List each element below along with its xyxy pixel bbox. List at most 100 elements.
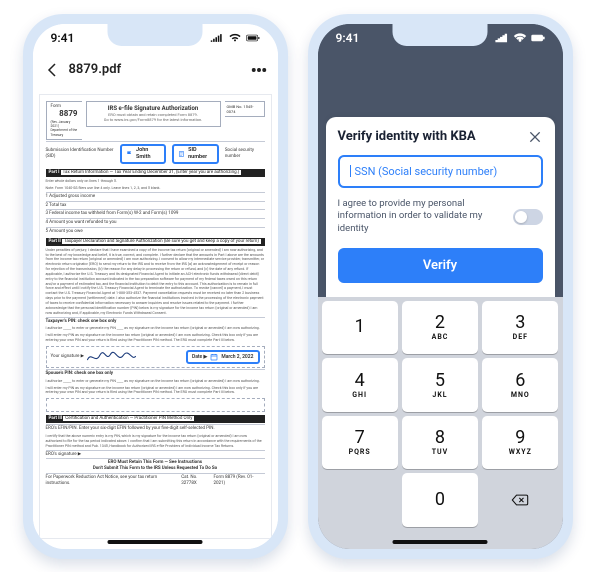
key-1[interactable]: 1 — [322, 301, 398, 354]
cert-text: I certify that the above numeric entry i… — [46, 434, 265, 449]
form-rev: (Rev. January 2021) — [51, 120, 78, 129]
part2-bar: Part II Taxpayer Declaration and Signatu… — [46, 238, 265, 246]
part2-title: Taxpayer Declaration and Signature Autho… — [62, 239, 261, 244]
line-1: 1 Adjusted gross income — [46, 192, 265, 200]
key-0[interactable]: 0 — [402, 473, 478, 526]
ero-pin-label: ERO's EFIN/PIN. Enter your six-digit EFI… — [46, 424, 265, 432]
part3-label: Part III — [49, 416, 63, 421]
key-7[interactable]: 7PQRS — [322, 416, 398, 469]
key-num: 0 — [435, 491, 445, 509]
more-icon[interactable] — [250, 61, 268, 79]
key-num: 1 — [355, 318, 365, 336]
consent-toggle[interactable] — [513, 209, 543, 225]
doc-icon — [178, 150, 185, 158]
signature-box[interactable]: Your signature ▶ Date ▶ March 2, 2022 — [46, 346, 265, 368]
name-field-value: John Smith — [136, 147, 160, 161]
ssn-label: Social security number — [225, 148, 265, 160]
form-title-box: IRS e-file Signature Authorization ERO m… — [86, 101, 221, 127]
name-field[interactable]: John Smith — [120, 144, 166, 164]
auth-option-b: I will enter my PIN as my signature on t… — [46, 333, 265, 343]
part3-title: Certification and Authentication — Pract… — [63, 416, 194, 421]
date-value: March 2, 2022 — [221, 354, 253, 361]
kba-modal: Verify identity with KBA SSN (Social sec… — [326, 117, 555, 297]
line-note2: Note: Form 1040-SS filers use line 4 onl… — [46, 186, 265, 191]
key-2[interactable]: 2ABC — [402, 301, 478, 354]
date-label: Date ▶ — [192, 354, 207, 361]
key-num: 9 — [515, 429, 525, 447]
signature-icon — [84, 349, 139, 365]
key-num: 6 — [515, 372, 525, 390]
phone-right: 9:41 Verify identity with KBA SSN (Socia… — [308, 14, 573, 559]
appbar: 8879.pdf — [33, 52, 278, 88]
tp-pin-label: Taxpayer's PIN: check one box only — [46, 317, 265, 325]
document-page: Form 8879 (Rev. January 2021) Department… — [39, 94, 272, 539]
battery-icon — [246, 33, 260, 43]
key-5[interactable]: 5JKL — [402, 358, 478, 411]
key-4[interactable]: 4GHI — [322, 358, 398, 411]
notch — [393, 24, 488, 46]
part1-label: Part I — [49, 170, 60, 175]
modal-header: Verify identity with KBA — [338, 129, 543, 145]
form-number: 8879 — [51, 109, 78, 119]
screen-left: 9:41 8879.pdf Form 8879 (Rev. January 20… — [33, 24, 278, 549]
key-num: 8 — [435, 429, 445, 447]
form-number-box: Form 8879 (Rev. January 2021) Department… — [46, 101, 82, 140]
part1-bar: Part I Tax Return Information — Tax Year… — [46, 169, 265, 177]
key-9[interactable]: 9WXYZ — [482, 416, 558, 469]
wifi-icon — [513, 33, 527, 43]
ssn-placeholder: SSN (Social security number) — [355, 165, 498, 178]
sp-auth-b: I will enter my PIN as my signature on t… — [46, 386, 265, 396]
key-num: 4 — [355, 372, 365, 390]
backspace-icon — [510, 493, 530, 507]
key-sub: GHI — [352, 391, 367, 399]
key-8[interactable]: 8TUV — [402, 416, 478, 469]
calendar-icon — [210, 353, 218, 361]
part1-hint: (Enter year you are authorizing.) — [176, 170, 240, 175]
home-indicator[interactable] — [108, 540, 203, 544]
footer3: For Paperwork Reduction Act Notice, see … — [46, 475, 182, 487]
wifi-icon — [228, 33, 242, 43]
key-num: 2 — [435, 314, 445, 332]
verify-button[interactable]: Verify — [338, 248, 543, 283]
sid-label: Submission Identification Number (SID) — [46, 148, 115, 160]
date-field[interactable]: Date ▶ March 2, 2022 — [186, 350, 260, 364]
footer-cat: Cat. No. 32778X — [181, 475, 213, 487]
back-icon[interactable] — [43, 61, 61, 79]
form-dept: Department of the Treasury — [51, 128, 78, 137]
spouse-signature-box[interactable] — [46, 398, 265, 412]
status-time: 9:41 — [51, 31, 75, 45]
key-num: 5 — [435, 372, 445, 390]
key-backspace[interactable] — [482, 473, 558, 526]
input-caret — [350, 165, 351, 177]
status-icons — [495, 33, 545, 43]
key-3[interactable]: 3DEF — [482, 301, 558, 354]
key-num: 3 — [515, 314, 525, 332]
key-sub: MNO — [511, 391, 530, 399]
auth-option-a: I authorize _____ to enter or generate m… — [46, 326, 265, 331]
battery-icon — [531, 33, 545, 43]
consent-row: I agree to provide my personal informati… — [338, 198, 543, 236]
close-icon[interactable] — [527, 129, 543, 145]
signal-icon — [495, 33, 509, 43]
notch — [108, 24, 203, 46]
key-blank — [322, 473, 398, 526]
key-sub: JKL — [432, 391, 447, 399]
flag-icon — [126, 150, 133, 158]
ssn-input[interactable]: SSN (Social security number) — [338, 155, 543, 188]
line-3: 3 Federal income tax withheld from Form(… — [46, 209, 265, 217]
numeric-keypad: 1 2ABC 3DEF 4GHI 5JKL 6MNO 7PQRS 8TUV 9W… — [318, 297, 563, 549]
document-viewport[interactable]: Form 8879 (Rev. January 2021) Department… — [33, 88, 278, 549]
key-sub: PQRS — [349, 448, 371, 456]
key-sub: ABC — [432, 333, 449, 341]
toggle-knob — [515, 211, 527, 223]
appbar-title: 8879.pdf — [69, 62, 242, 77]
line-4: 4 Amount you want refunded to you — [46, 218, 265, 226]
sid-field[interactable]: SID number — [172, 144, 219, 164]
footer2: Don't Submit This Form to the IRS Unless… — [46, 466, 265, 472]
home-indicator[interactable] — [393, 540, 488, 544]
part2-label: Part II — [49, 239, 61, 244]
decl-text: Under penalties of perjury, I declare th… — [46, 248, 265, 316]
part3-bar: Part III Certification and Authenticatio… — [46, 415, 265, 423]
omb-box: OMB No. 1545-0074 — [225, 101, 265, 117]
key-6[interactable]: 6MNO — [482, 358, 558, 411]
